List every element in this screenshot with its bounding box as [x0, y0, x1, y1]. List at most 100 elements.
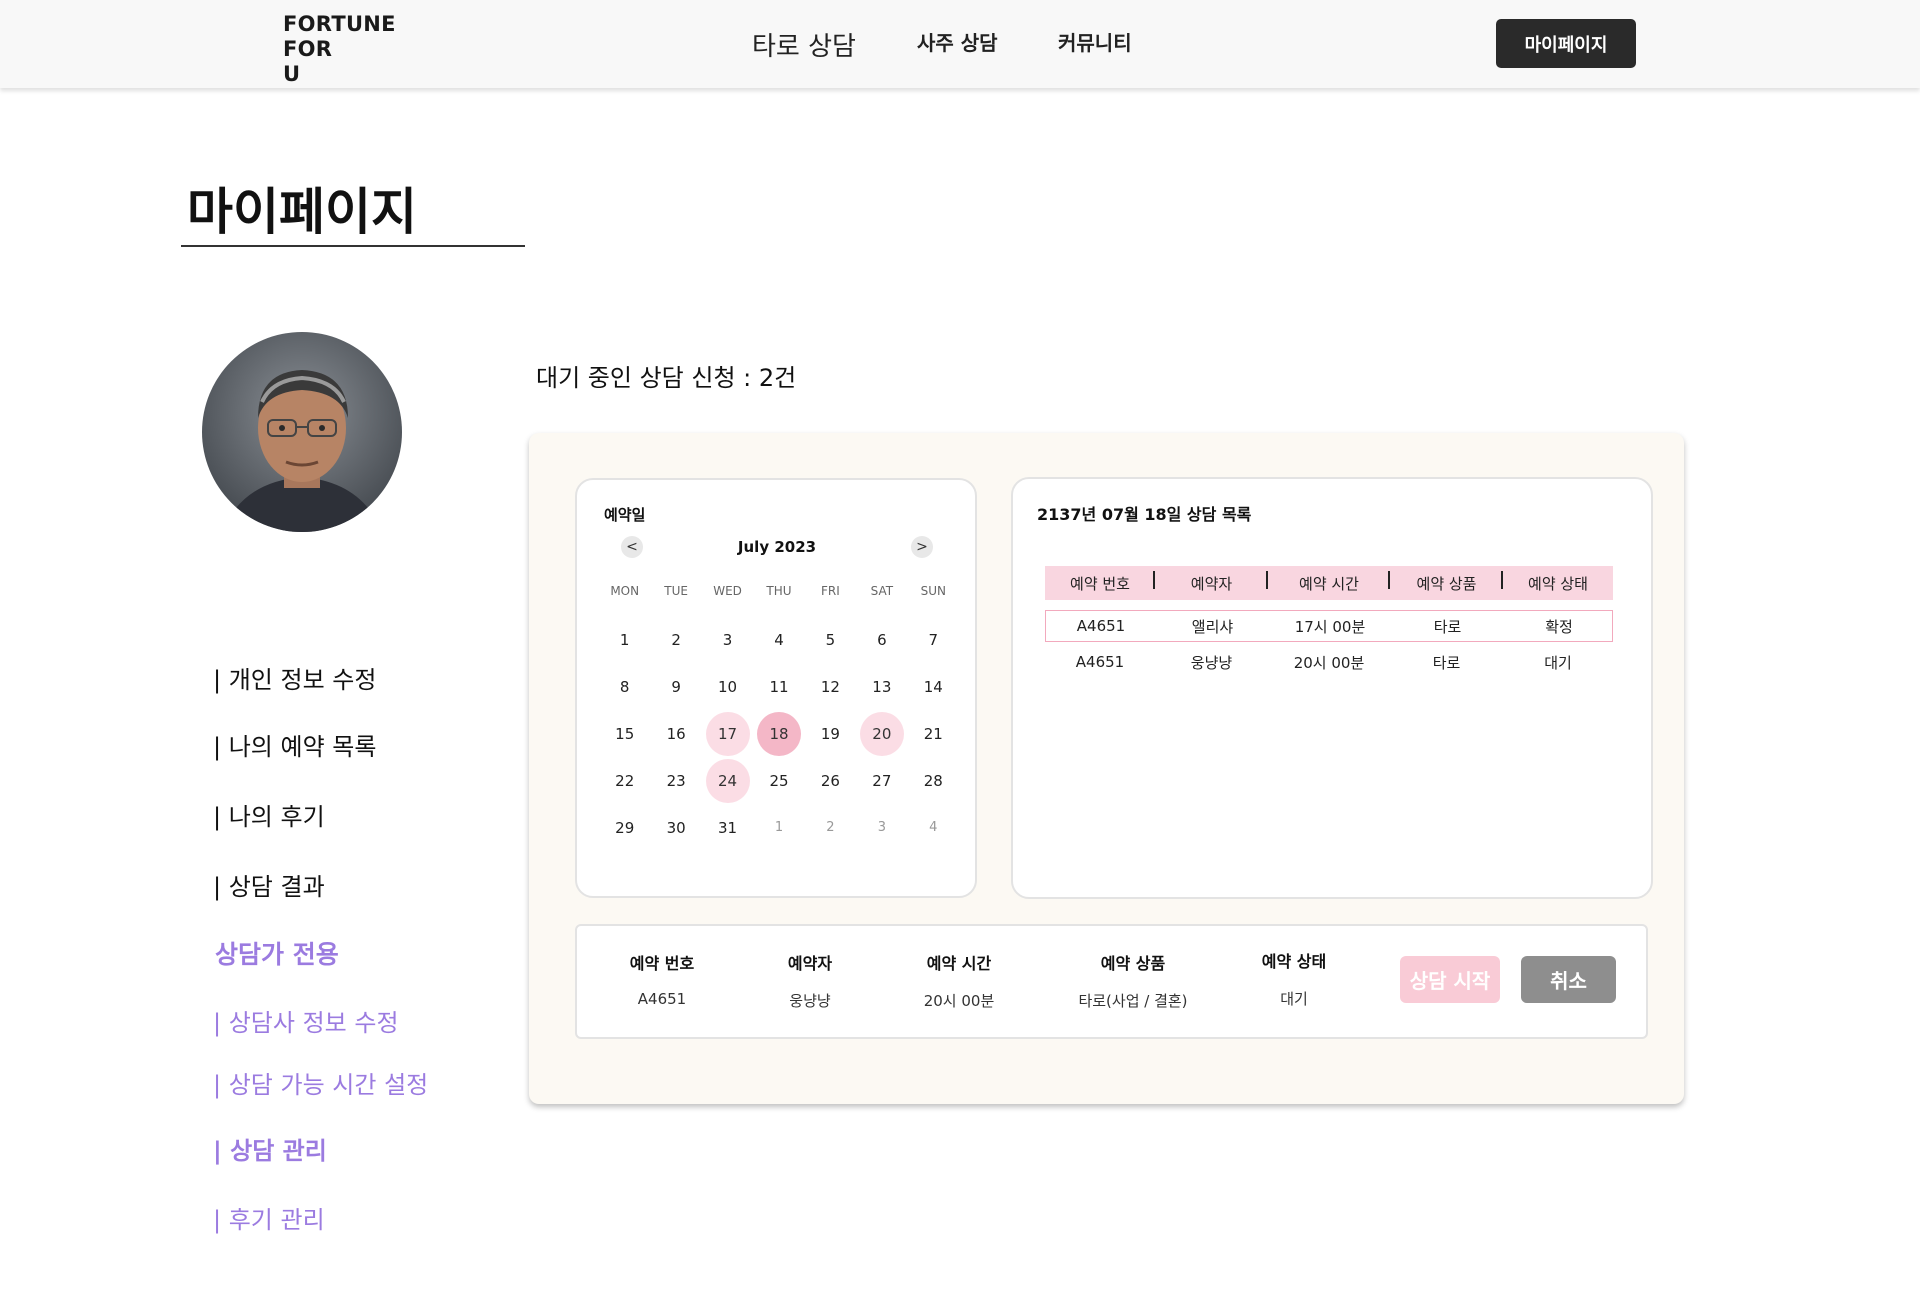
detail-header: 예약 상태: [1261, 952, 1327, 971]
calendar-day-number: 7: [928, 630, 939, 649]
calendar-day[interactable]: 4: [753, 616, 804, 663]
nav-saju-consult[interactable]: 사주 상담: [917, 27, 998, 56]
calendar-day-number: 1: [774, 820, 784, 835]
calendar-day-number: 25: [769, 771, 789, 790]
calendar-day[interactable]: 15: [599, 710, 650, 757]
cancel-button[interactable]: 취소: [1521, 956, 1616, 1003]
start-consult-button[interactable]: 상담 시작: [1400, 956, 1500, 1003]
calendar-day[interactable]: 21: [908, 710, 959, 757]
sidebar-item-consult-results[interactable]: | 상담 결과: [213, 867, 325, 902]
calendar-day-number: 18: [756, 711, 801, 756]
calendar-day[interactable]: 28: [908, 757, 959, 804]
sidebar-item-my-reviews[interactable]: | 나의 후기: [213, 797, 325, 832]
calendar-day-number: 5: [825, 630, 836, 649]
calendar-day-number: 27: [872, 771, 892, 790]
calendar-day-reserved[interactable]: 18: [753, 710, 804, 757]
calendar-day[interactable]: 3: [856, 804, 907, 851]
calendar-day-number: 29: [615, 818, 635, 837]
sidebar-item-my-reservations[interactable]: | 나의 예약 목록: [213, 727, 376, 762]
sidebar-item-edit-profile[interactable]: | 개인 정보 수정: [213, 660, 376, 695]
chevron-right-icon[interactable]: >: [911, 536, 933, 558]
calendar-day[interactable]: 30: [650, 804, 701, 851]
calendar-day-number: 31: [718, 818, 738, 837]
top-header: FORTUNE FOR U 타로 상담 사주 상담 커뮤니티 마이페이지: [0, 0, 1920, 88]
calendar-day-number: 22: [615, 771, 635, 790]
weekday-label: TUE: [664, 584, 688, 598]
detail-value: 대기: [1280, 990, 1308, 1008]
detail-col-time: 예약 시간 20시 00분: [904, 950, 1014, 1011]
calendar-day[interactable]: 14: [908, 663, 959, 710]
table-cell: 타로: [1432, 653, 1461, 672]
calendar-day[interactable]: 29: [599, 804, 650, 851]
detail-value: 20시 00분: [923, 992, 995, 1010]
calendar-day-number: 23: [666, 771, 686, 790]
calendar-day-number: 11: [769, 677, 789, 696]
calendar-day-number: 17: [705, 711, 750, 756]
calendar-day[interactable]: 19: [805, 710, 856, 757]
detail-header: 예약자: [787, 954, 833, 973]
calendar-days: 1 2 3 4 5 6 7 8 9 10 11 12 13 14 15 16 17 18 19 20 21 22 23 24 2…: [599, 616, 959, 851]
sidebar-item-available-time[interactable]: | 상담 가능 시간 설정: [213, 1065, 428, 1100]
calendar-day-number: 19: [820, 724, 840, 743]
weekday-label: SUN: [920, 584, 946, 598]
table-cell: 타로: [1433, 617, 1462, 636]
calendar-day[interactable]: 9: [650, 663, 701, 710]
calendar-day[interactable]: 4: [908, 804, 959, 851]
nav-tarot-consult[interactable]: 타로 상담: [752, 26, 856, 63]
calendar-day-reserved[interactable]: 17: [702, 710, 753, 757]
weekday-label: MON: [610, 584, 640, 598]
calendar-day-number: 1: [619, 630, 630, 649]
detail-col-number: 예약 번호 A4651: [607, 950, 717, 1008]
calendar-day-number: 14: [923, 677, 943, 696]
detail-header: 예약 상품: [1100, 954, 1166, 973]
calendar-day[interactable]: 25: [753, 757, 804, 804]
sidebar-item-consult-management[interactable]: | 상담 관리: [213, 1131, 327, 1166]
sidebar-item-review-management[interactable]: | 후기 관리: [213, 1200, 325, 1235]
detail-header: 예약 시간: [926, 954, 992, 973]
calendar-day[interactable]: 23: [650, 757, 701, 804]
calendar-day-number: 24: [705, 758, 750, 803]
sidebar-item-edit-counselor-info[interactable]: | 상담사 정보 수정: [213, 1003, 399, 1038]
calendar-day[interactable]: 2: [805, 804, 856, 851]
daily-consult-list: 2137년 07월 18일 상담 목록 예약 번호 예약자 예약 시간 예약 상…: [1011, 477, 1653, 899]
calendar-day[interactable]: 27: [856, 757, 907, 804]
logo-line-1: FORTUNE: [283, 12, 396, 36]
table-cell: 앨리샤: [1191, 617, 1234, 636]
calendar-day[interactable]: 31: [702, 804, 753, 851]
calendar-day[interactable]: 5: [805, 616, 856, 663]
table-cell: 17시 00분: [1294, 617, 1366, 636]
calendar-day[interactable]: 22: [599, 757, 650, 804]
calendar-day[interactable]: 16: [650, 710, 701, 757]
calendar-day-number: 2: [826, 820, 835, 835]
calendar-day-reserved[interactable]: 24: [702, 757, 753, 804]
counselor-only-heading: 상담가 전용: [215, 940, 339, 969]
detail-value: 웅냥냥: [789, 992, 831, 1010]
table-row[interactable]: A4651 웅냥냥 20시 00분 타로 대기: [1045, 646, 1613, 678]
weekday-label: THU: [766, 584, 792, 598]
calendar-day[interactable]: 12: [805, 663, 856, 710]
calendar-day[interactable]: 3: [702, 616, 753, 663]
calendar-day[interactable]: 10: [702, 663, 753, 710]
calendar-day[interactable]: 13: [856, 663, 907, 710]
calendar-day-reserved[interactable]: 20: [856, 710, 907, 757]
calendar-day[interactable]: 1: [599, 616, 650, 663]
calendar-day[interactable]: 1: [753, 804, 804, 851]
calendar-day[interactable]: 6: [856, 616, 907, 663]
table-row[interactable]: A4651 앨리샤 17시 00분 타로 확정: [1045, 610, 1613, 642]
detail-col-reserver: 예약자 웅냥냥: [755, 950, 865, 1011]
calendar-day[interactable]: 11: [753, 663, 804, 710]
mypage-button[interactable]: 마이페이지: [1496, 19, 1636, 68]
calendar-card: 예약일 < July 2023 > MON TUE WED THU FRI SAT SUN …: [575, 478, 977, 898]
nav-community[interactable]: 커뮤니티: [1058, 27, 1132, 56]
logo[interactable]: FORTUNE FOR U: [283, 12, 396, 87]
calendar-day[interactable]: 7: [908, 616, 959, 663]
table-cell: A4651: [1075, 653, 1125, 671]
calendar-day-number: 15: [615, 724, 635, 743]
calendar-day[interactable]: 2: [650, 616, 701, 663]
calendar-day-number: 20: [859, 711, 904, 756]
calendar-day[interactable]: 8: [599, 663, 650, 710]
title-underline: [181, 245, 525, 247]
detail-value: 타로(사업 / 결혼): [1078, 992, 1188, 1010]
pending-consult-count: 대기 중인 상담 신청 : 2건: [536, 364, 797, 392]
calendar-day[interactable]: 26: [805, 757, 856, 804]
